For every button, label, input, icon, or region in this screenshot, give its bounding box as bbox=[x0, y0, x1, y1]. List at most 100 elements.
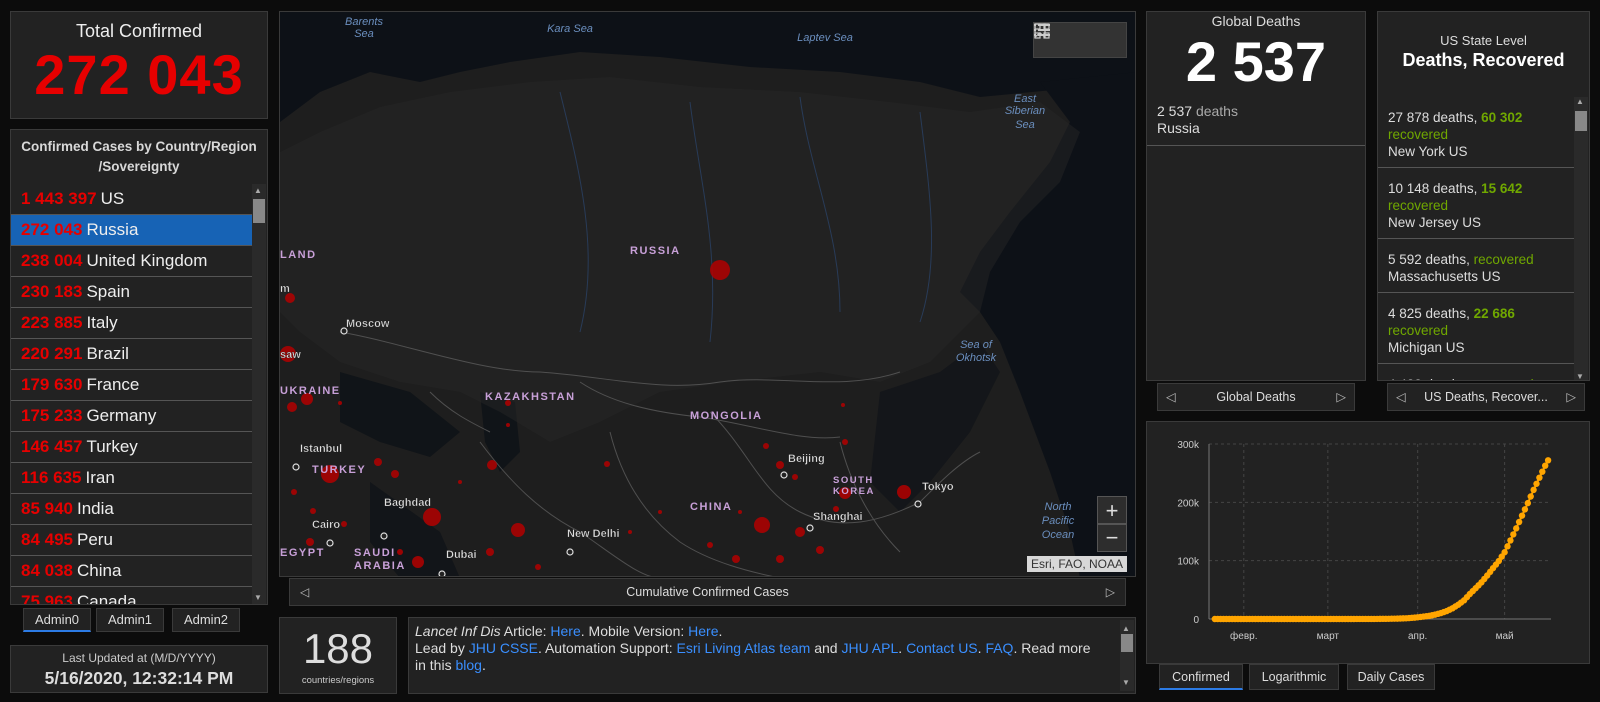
country-case-count: 179 630 bbox=[21, 375, 83, 394]
deaths-label: deaths bbox=[1195, 103, 1238, 119]
chevron-right-icon[interactable]: ▷ bbox=[1566, 384, 1576, 410]
map-label-land: LAND bbox=[280, 249, 317, 261]
mobile-version-link[interactable]: Here bbox=[688, 623, 718, 639]
us-state-row[interactable]: 4 825 deaths, 22 686 recovered Michigan US bbox=[1378, 293, 1574, 364]
country-row[interactable]: 1 443 397 US bbox=[11, 184, 252, 215]
map-label-korea: KOREA bbox=[833, 486, 875, 497]
chevron-left-icon[interactable]: ◁ bbox=[1166, 384, 1176, 410]
countries-count-panel: 188 countries/regions bbox=[279, 617, 397, 694]
scroll-up-icon[interactable]: ▲ bbox=[254, 186, 262, 195]
country-name: US bbox=[100, 189, 125, 208]
confirmed-data-point[interactable] bbox=[1539, 468, 1546, 475]
article-link[interactable]: Here bbox=[550, 623, 580, 639]
map-label-barents-sea: Sea bbox=[354, 28, 374, 40]
list-item[interactable]: 2 537 deaths Russia bbox=[1147, 103, 1365, 146]
scroll-up-icon[interactable]: ▲ bbox=[1576, 97, 1584, 106]
confirmed-data-point[interactable] bbox=[1518, 512, 1526, 519]
faq-link[interactable]: FAQ bbox=[985, 640, 1013, 656]
country-row[interactable]: 179 630 France bbox=[11, 370, 252, 401]
country-list[interactable]: 1 443 397 US 272 043 Russia 238 004 United Ki… bbox=[11, 184, 252, 604]
country-list-scrollbar[interactable]: ▲ ▼ bbox=[252, 184, 266, 604]
confirmed-data-point[interactable] bbox=[1507, 537, 1514, 544]
us-state-title: US State Level bbox=[1440, 33, 1527, 48]
zoom-out-button[interactable]: − bbox=[1097, 524, 1127, 552]
confirmed-data-point[interactable] bbox=[1533, 480, 1540, 487]
scroll-down-icon[interactable]: ▼ bbox=[254, 593, 262, 602]
confirmed-data-point[interactable] bbox=[1521, 506, 1529, 513]
country-row[interactable]: 230 183 Spain bbox=[11, 277, 252, 308]
esri-living-atlas-link[interactable]: Esri Living Atlas team bbox=[676, 640, 810, 656]
us-state-scrollbar[interactable]: ▲ ▼ bbox=[1574, 97, 1588, 380]
us-state-row[interactable]: 5 592 deaths, recovered Massachusetts US bbox=[1378, 239, 1574, 293]
map-label-baghdad: Baghdad bbox=[384, 497, 431, 509]
scroll-thumb[interactable] bbox=[1121, 634, 1133, 652]
map-canvas[interactable]: Barents Sea Kara Sea Laptev Sea East Sib… bbox=[280, 12, 1136, 577]
confirmed-chart[interactable]: 0 100k 200k 300k февр. март апр. май bbox=[1147, 422, 1591, 665]
info-scrollbar[interactable]: ▲ ▼ bbox=[1120, 620, 1134, 691]
country-row[interactable]: 84 495 Peru bbox=[11, 525, 252, 556]
country-name: India bbox=[77, 499, 114, 518]
confirmed-data-point[interactable] bbox=[1504, 543, 1511, 550]
countries-count-label: countries/regions bbox=[301, 675, 375, 686]
chevron-left-icon[interactable]: ◁ bbox=[1396, 384, 1406, 410]
confirmed-data-point[interactable] bbox=[1527, 493, 1534, 500]
scroll-thumb[interactable] bbox=[253, 199, 265, 223]
chevron-left-icon[interactable]: ◁ bbox=[300, 579, 309, 605]
country-case-count: 238 004 bbox=[21, 251, 83, 270]
scroll-down-icon[interactable]: ▼ bbox=[1576, 372, 1584, 380]
tab-confirmed[interactable]: Confirmed bbox=[1159, 664, 1243, 690]
state-recovered-label: recovered bbox=[1388, 323, 1449, 338]
us-state-row[interactable]: 10 148 deaths, 15 642 recovered New Jersey… bbox=[1378, 168, 1574, 239]
scroll-down-icon[interactable]: ▼ bbox=[1122, 674, 1130, 691]
jhu-apl-link[interactable]: JHU APL bbox=[841, 640, 898, 656]
tab-admin0[interactable]: Admin0 bbox=[23, 608, 91, 632]
confirmed-chart-panel: 0 100k 200k 300k февр. март апр. май bbox=[1146, 421, 1590, 664]
confirmed-data-point[interactable] bbox=[1513, 525, 1520, 532]
state-recovered-count: 22 686 bbox=[1473, 306, 1515, 321]
country-row[interactable]: 146 457 Turkey bbox=[11, 432, 252, 463]
map-label-okhotsk: Okhotsk bbox=[956, 352, 997, 364]
map-view[interactable]: Barents Sea Kara Sea Laptev Sea East Sib… bbox=[279, 11, 1136, 577]
tab-admin2[interactable]: Admin2 bbox=[172, 608, 240, 632]
confirmed-data-point[interactable] bbox=[1510, 531, 1517, 538]
info-text: Lead by bbox=[415, 640, 469, 656]
country-row[interactable]: 272 043 Russia bbox=[11, 215, 252, 246]
x-tick-label: февр. bbox=[1230, 630, 1257, 642]
tab-daily-cases[interactable]: Daily Cases bbox=[1347, 664, 1435, 690]
confirmed-data-point[interactable] bbox=[1530, 486, 1537, 494]
country-name: Brazil bbox=[86, 344, 129, 363]
country-row[interactable]: 84 038 China bbox=[11, 556, 252, 587]
blog-link[interactable]: blog bbox=[455, 657, 481, 673]
confirmed-data-point[interactable] bbox=[1501, 549, 1508, 556]
state-deaths: 10 148 deaths, bbox=[1388, 181, 1478, 196]
state-name: New Jersey US bbox=[1388, 215, 1482, 230]
us-state-panel: US State Level Deaths, Recovered 27 878 … bbox=[1377, 11, 1590, 381]
country-row[interactable]: 116 635 Iran bbox=[11, 463, 252, 494]
map-label-arabia: ARABIA bbox=[354, 560, 406, 572]
confirmed-data-point[interactable] bbox=[1536, 474, 1543, 481]
contact-us-link[interactable]: Contact US bbox=[906, 640, 978, 656]
country-row[interactable]: 238 004 United Kingdom bbox=[11, 246, 252, 277]
country-row[interactable]: 85 940 India bbox=[11, 494, 252, 525]
country-row[interactable]: 223 885 Italy bbox=[11, 308, 252, 339]
tab-admin1[interactable]: Admin1 bbox=[96, 608, 164, 632]
chevron-right-icon[interactable]: ▷ bbox=[1106, 579, 1115, 605]
country-row[interactable]: 220 291 Brazil bbox=[11, 339, 252, 370]
scroll-thumb[interactable] bbox=[1575, 111, 1587, 131]
us-state-row[interactable]: 4 422 deaths, recoveredPennsylvania US bbox=[1378, 364, 1574, 380]
confirmed-data-point[interactable] bbox=[1515, 518, 1523, 526]
global-deaths-value: 2 537 bbox=[1185, 30, 1327, 93]
us-state-list[interactable]: 27 878 deaths, 60 302 recovered New York U… bbox=[1378, 97, 1574, 380]
tab-logarithmic[interactable]: Logarithmic bbox=[1249, 664, 1339, 690]
confirmed-data-point[interactable] bbox=[1544, 457, 1552, 464]
us-state-row[interactable]: 27 878 deaths, 60 302 recovered New York U… bbox=[1378, 97, 1574, 168]
total-confirmed-label: Total Confirmed bbox=[75, 21, 203, 41]
country-list-header-line1: Confirmed Cases by Country/Region bbox=[21, 139, 257, 154]
info-text: . Mobile Version: bbox=[580, 623, 689, 639]
confirmed-data-point[interactable] bbox=[1524, 499, 1532, 507]
chevron-right-icon[interactable]: ▷ bbox=[1336, 384, 1346, 410]
zoom-in-button[interactable]: + bbox=[1097, 496, 1127, 524]
country-row[interactable]: 175 233 Germany bbox=[11, 401, 252, 432]
country-row[interactable]: 75 963 Canada bbox=[11, 587, 252, 604]
jhu-csse-link[interactable]: JHU CSSE bbox=[469, 640, 538, 656]
